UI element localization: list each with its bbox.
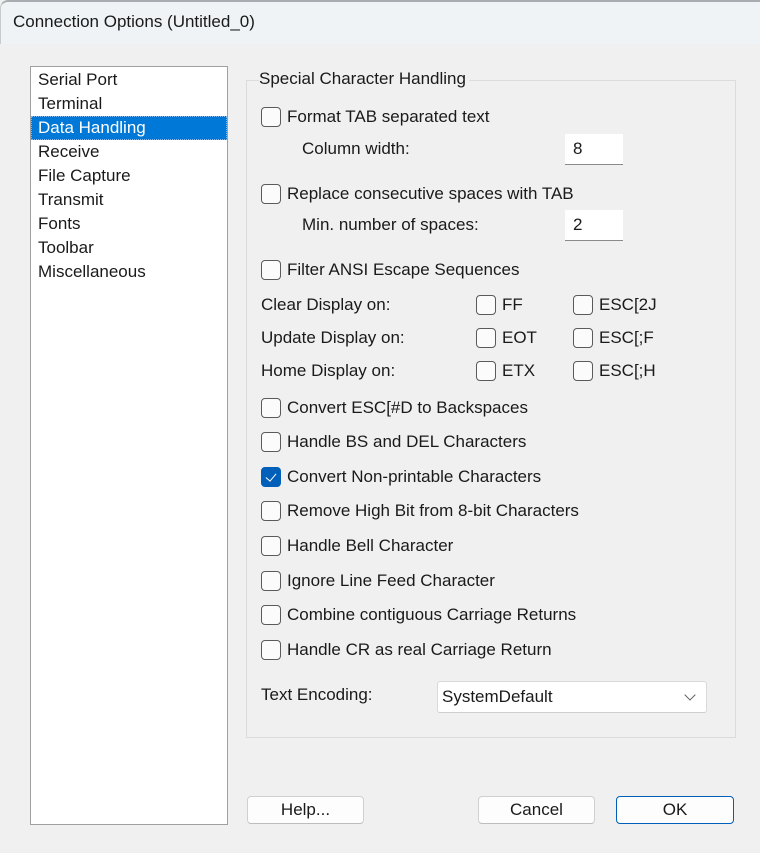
category-transmit[interactable]: Transmit [31,188,227,212]
replace-spaces-checkbox[interactable]: Replace consecutive spaces with TAB [261,182,574,206]
home-display-label: Home Display on: [261,361,396,380]
text-encoding-label: Text Encoding: [261,685,373,704]
checkbox-box[interactable] [261,605,281,625]
handle-bs-del-checkbox[interactable]: Handle BS and DEL Characters [261,430,526,454]
help-button[interactable]: Help... [247,796,364,824]
checkmark-icon[interactable] [261,467,281,487]
handle-bell-checkbox[interactable]: Handle Bell Character [261,534,453,558]
filter-ansi-checkbox[interactable]: Filter ANSI Escape Sequences [261,258,519,282]
checkbox-box[interactable] [261,536,281,556]
convert-non-printable-checkbox[interactable]: Convert Non-printable Characters [261,465,541,489]
min-spaces-input[interactable] [565,210,623,241]
category-list[interactable]: Serial Port Terminal Data Handling Recei… [30,66,228,825]
category-miscellaneous[interactable]: Miscellaneous [31,260,227,284]
update-display-escf-checkbox[interactable]: ESC[;F [573,326,654,350]
cancel-button[interactable]: Cancel [478,796,595,824]
filter-ansi-label: Filter ANSI Escape Sequences [287,260,520,279]
checkbox-box[interactable] [261,260,281,280]
combine-cr-checkbox[interactable]: Combine contiguous Carriage Returns [261,603,576,627]
ff-label: FF [502,295,523,314]
option-label: Convert Non-printable Characters [287,467,542,486]
checkbox-box[interactable] [261,432,281,452]
replace-spaces-label: Replace consecutive spaces with TAB [287,184,574,203]
option-label: Handle CR as real Carriage Return [287,640,552,659]
option-label: Ignore Line Feed Character [287,571,495,590]
category-data-handling[interactable]: Data Handling [31,116,227,140]
home-display-esch-checkbox[interactable]: ESC[;H [573,359,656,383]
checkbox-box[interactable] [261,184,281,204]
text-encoding-value: SystemDefault [442,687,553,706]
home-display-etx-checkbox[interactable]: ETX [476,359,535,383]
format-tab-checkbox[interactable]: Format TAB separated text [261,105,490,129]
eot-label: EOT [502,328,537,347]
min-spaces-label: Min. number of spaces: [302,215,479,234]
option-label: Handle BS and DEL Characters [287,432,527,451]
option-label: Convert ESC[#D to Backspaces [287,398,528,417]
ignore-line-feed-checkbox[interactable]: Ignore Line Feed Character [261,569,495,593]
checkbox-box[interactable] [476,295,496,315]
category-terminal[interactable]: Terminal [31,92,227,116]
column-width-input[interactable] [565,134,623,165]
category-fonts[interactable]: Fonts [31,212,227,236]
option-label: Remove High Bit from 8-bit Characters [287,501,579,520]
checkbox-box[interactable] [261,501,281,521]
checkbox-box[interactable] [573,295,593,315]
category-file-capture[interactable]: File Capture [31,164,227,188]
update-display-eot-checkbox[interactable]: EOT [476,326,537,350]
checkbox-box[interactable] [261,571,281,591]
option-label: Handle Bell Character [287,536,454,555]
category-serial-port[interactable]: Serial Port [31,68,227,92]
ok-button[interactable]: OK [616,796,734,824]
escf-label: ESC[;F [599,328,654,347]
checkbox-box[interactable] [573,361,593,381]
checkbox-box[interactable] [476,328,496,348]
text-encoding-select[interactable]: SystemDefault [437,681,707,713]
esc2j-label: ESC[2J [599,295,657,314]
etx-label: ETX [502,361,536,380]
clear-display-ff-checkbox[interactable]: FF [476,293,523,317]
format-tab-label: Format TAB separated text [287,107,490,126]
checkbox-box[interactable] [261,107,281,127]
update-display-label: Update Display on: [261,328,405,347]
title-bar: Connection Options (Untitled_0) [0,0,760,44]
checkbox-box[interactable] [573,328,593,348]
window-title: Connection Options (Untitled_0) [13,12,255,31]
convert-esc-d-checkbox[interactable]: Convert ESC[#D to Backspaces [261,396,528,420]
clear-display-label: Clear Display on: [261,295,391,314]
category-toolbar[interactable]: Toolbar [31,236,227,260]
checkbox-box[interactable] [476,361,496,381]
esch-label: ESC[;H [599,361,656,380]
checkbox-box[interactable] [261,640,281,660]
checkbox-box[interactable] [261,398,281,418]
remove-high-bit-checkbox[interactable]: Remove High Bit from 8-bit Characters [261,499,579,523]
category-receive[interactable]: Receive [31,140,227,164]
clear-display-esc2j-checkbox[interactable]: ESC[2J [573,293,657,317]
column-width-label: Column width: [302,139,410,158]
option-label: Combine contiguous Carriage Returns [287,605,577,624]
chevron-down-icon [684,689,696,701]
handle-cr-real-checkbox[interactable]: Handle CR as real Carriage Return [261,638,552,662]
group-title: Special Character Handling [259,69,469,89]
